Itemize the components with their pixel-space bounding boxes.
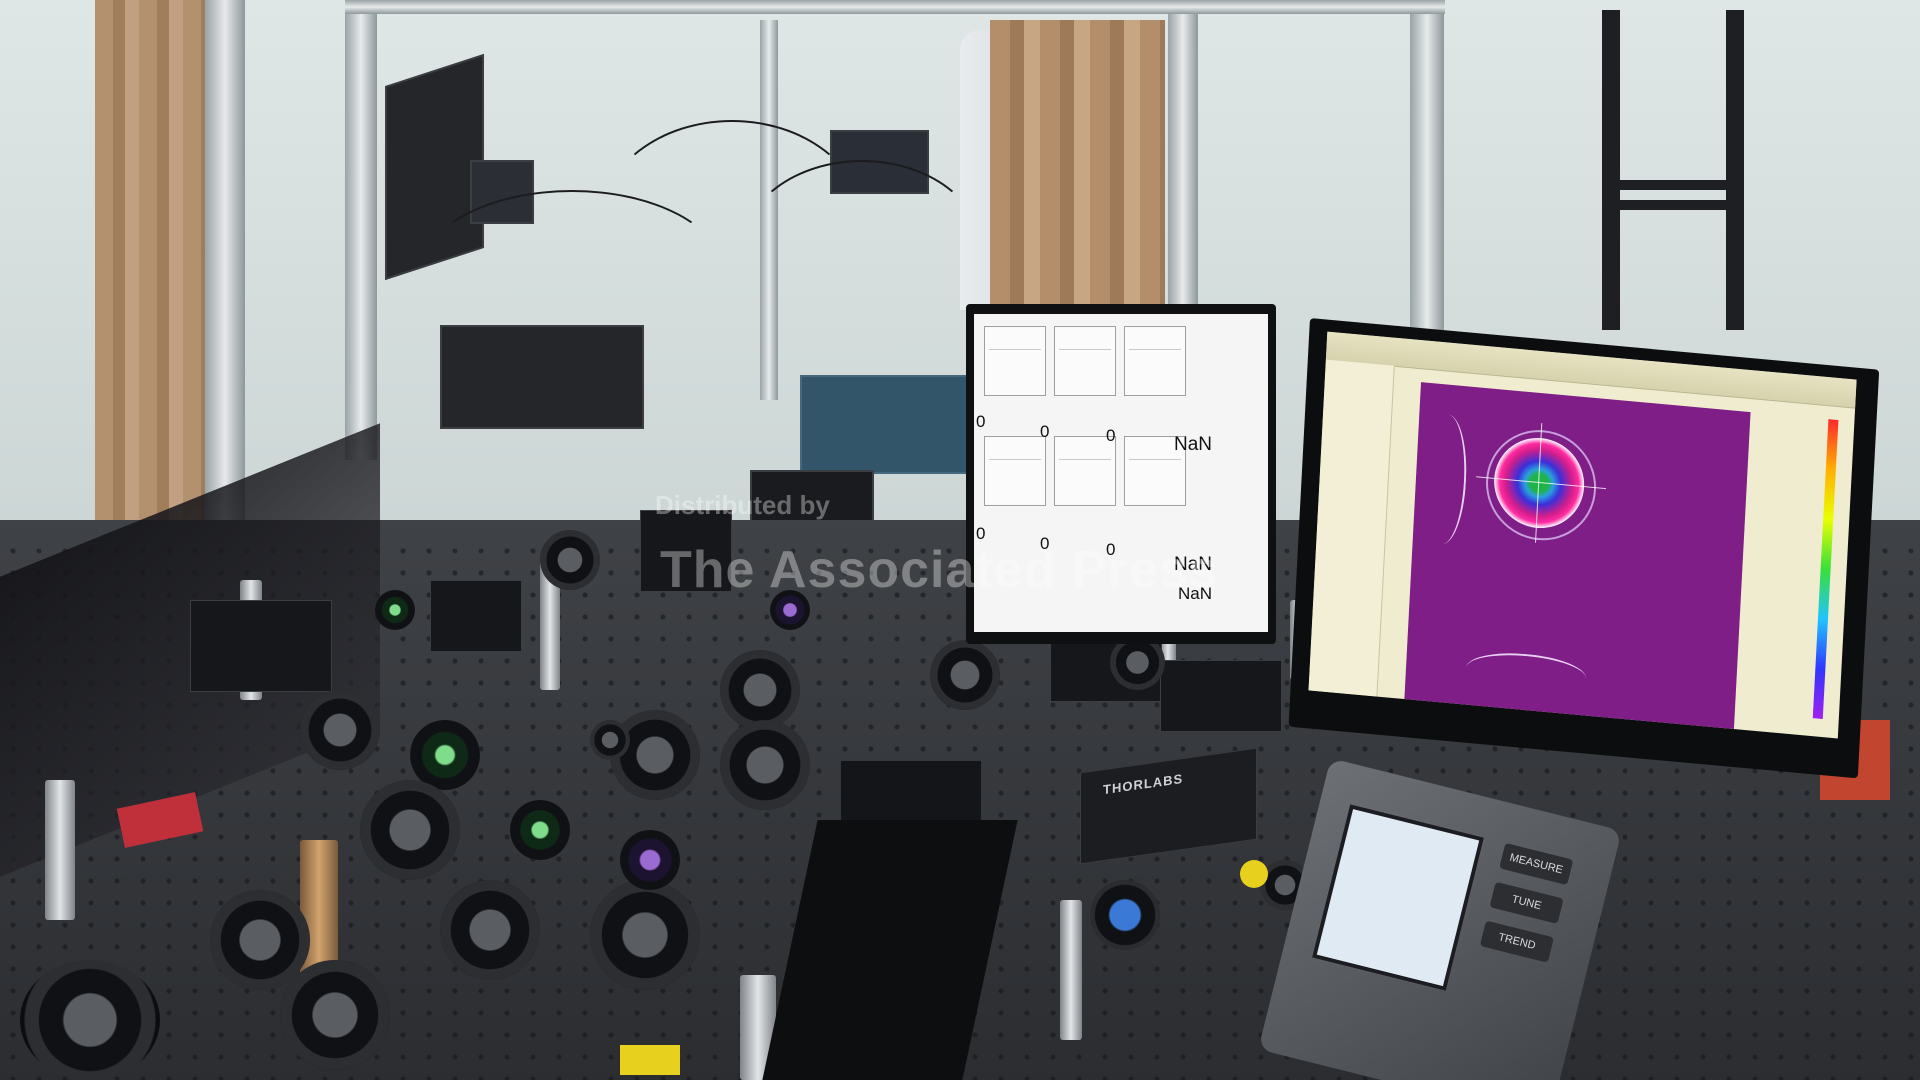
cable [740, 160, 984, 344]
horizontal-profile-curve [1465, 648, 1588, 698]
optical-post [45, 780, 75, 920]
aluminum-frame-beam [345, 0, 1445, 14]
curtain-middle [990, 20, 1165, 320]
optic-mount-block [430, 580, 522, 652]
readout-value: 0 [976, 412, 986, 431]
measure-button[interactable]: MEASURE [1499, 842, 1574, 886]
plot-panel [984, 436, 1046, 506]
tune-button[interactable]: TUNE [1489, 881, 1564, 924]
lens-mount [300, 690, 380, 770]
filter-violet [620, 830, 680, 890]
lens-mount [210, 890, 310, 990]
oscilloscope [800, 375, 974, 474]
lab-scene: THORLABS 0 0 0 NaN 0 0 0 NaN NaN MEASURE… [0, 0, 1920, 1080]
optical-post [1060, 900, 1082, 1040]
black-rack-rung [1602, 200, 1744, 210]
black-rack-rung [1602, 180, 1744, 190]
readout-value: 0 [1040, 422, 1050, 441]
right-monitor [1288, 318, 1880, 779]
readout-value: NaN [1174, 434, 1213, 455]
lens-mount [610, 710, 700, 800]
lens-mount-green [510, 800, 570, 860]
optic-mount-block [1160, 660, 1282, 732]
trend-button[interactable]: TREND [1479, 920, 1554, 963]
thorlabs-label: THORLABS [1103, 770, 1184, 798]
yellow-label [620, 1045, 680, 1075]
lens-mount [590, 720, 630, 760]
power-meter-lcd [1311, 804, 1485, 991]
plot-panel [1054, 436, 1116, 506]
vertical-profile-curve [1420, 412, 1470, 547]
lens-mount [720, 650, 800, 730]
lens-mount [590, 880, 700, 990]
app-sidebar [1308, 359, 1395, 697]
lens-mount [930, 640, 1000, 710]
beam-profiler-screen [1308, 331, 1857, 739]
curtain-left [95, 0, 205, 560]
plot-panel [1124, 326, 1186, 396]
lens-mount [20, 960, 160, 1080]
readout-value: 0 [1106, 426, 1116, 445]
plot-panel [984, 326, 1046, 396]
aluminum-frame-post [205, 0, 245, 560]
aluminum-frame-post [345, 0, 377, 460]
black-rack-rail [1726, 10, 1744, 330]
aluminum-frame-post [1410, 0, 1444, 330]
lens-mount [540, 530, 600, 590]
color-scale-bar [1812, 419, 1839, 720]
lens-mount-blue [1090, 880, 1160, 950]
translation-stage [190, 600, 332, 692]
yellow-knob [1240, 860, 1268, 888]
lens-mount-green [410, 720, 480, 790]
watermark-line-1: Distributed by [655, 490, 830, 520]
lens-mount [440, 880, 540, 980]
lens-mount [360, 780, 460, 880]
lens-mount-green [375, 590, 415, 630]
beam-image-panel [1404, 382, 1751, 732]
watermark-line-2: The Associated Press [660, 541, 1219, 599]
lens-mount [720, 720, 810, 810]
plot-panel [1054, 326, 1116, 396]
lens-mount [280, 960, 390, 1070]
aluminum-frame-post [1168, 0, 1198, 330]
black-rack-rail [1602, 10, 1620, 330]
